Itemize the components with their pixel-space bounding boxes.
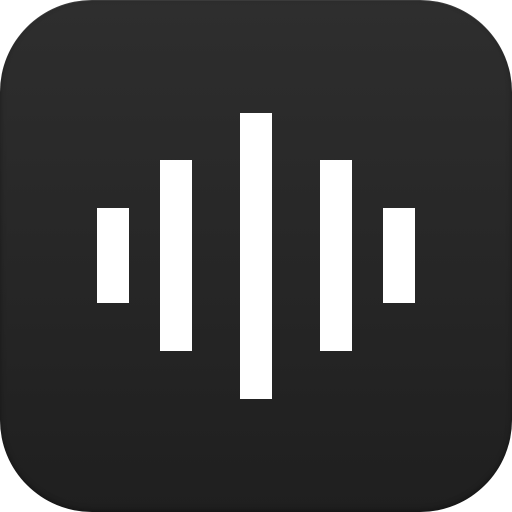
sound-bar [160, 160, 192, 351]
sound-bar [240, 113, 272, 399]
sound-bar [320, 160, 352, 351]
app-icon[interactable] [0, 0, 512, 512]
sound-bar [383, 208, 415, 303]
sound-bar [97, 208, 129, 303]
